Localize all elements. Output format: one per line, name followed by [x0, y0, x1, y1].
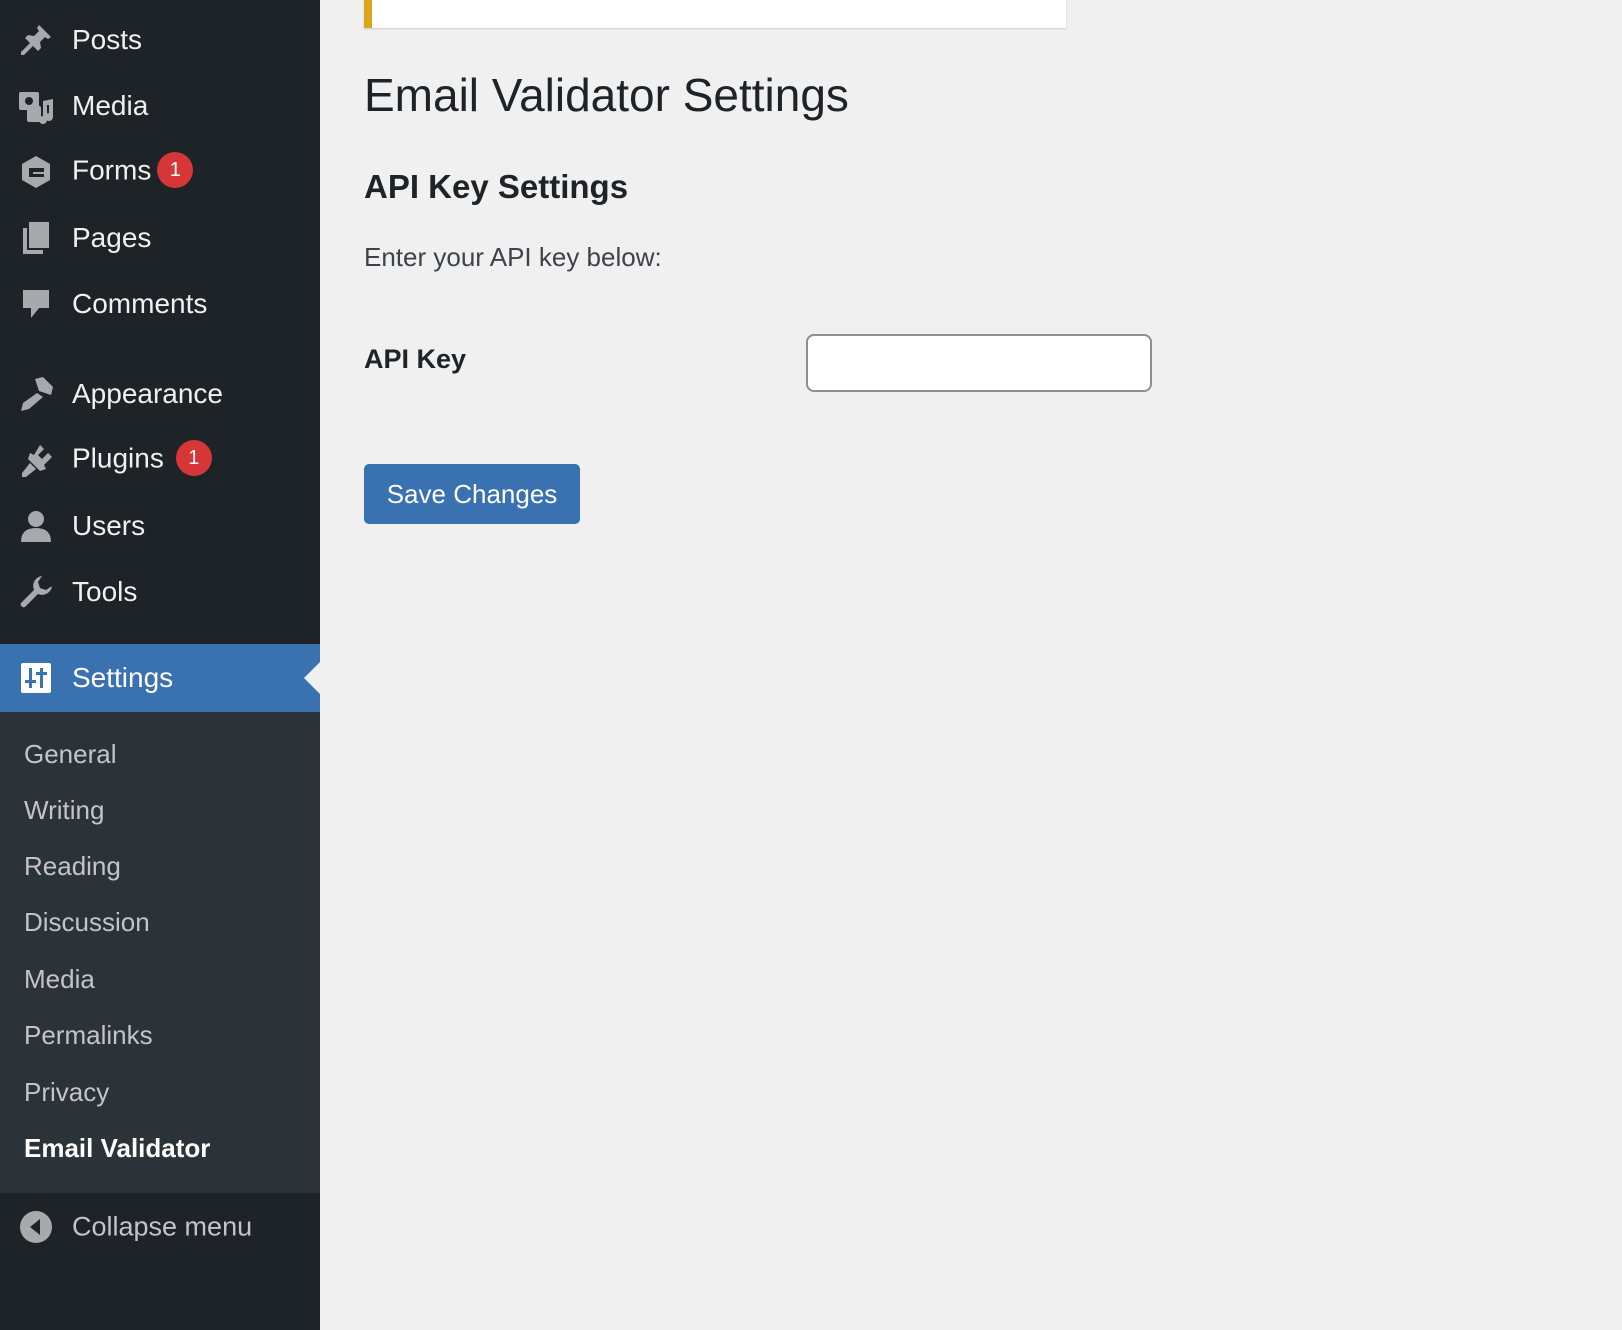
submenu-item-discussion[interactable]: Discussion: [24, 906, 150, 938]
admin-sidebar: Posts Media Forms 1 Pages Comments Appea…: [0, 0, 320, 1330]
menu-label-media: Media: [72, 90, 149, 121]
wp-admin-screen: Posts Media Forms 1 Pages Comments Appea…: [0, 0, 1622, 1330]
forms-count-badge: 1: [157, 152, 194, 188]
menu-item-appearance[interactable]: Appearance: [0, 360, 320, 428]
submenu-item-email-validator[interactable]: Email Validator: [24, 1132, 210, 1164]
api-key-input[interactable]: [806, 334, 1152, 392]
menu-label-pages: Pages: [72, 222, 152, 253]
save-changes-button[interactable]: Save Changes: [364, 464, 580, 524]
menu-item-media[interactable]: Media: [0, 72, 320, 140]
media-icon: [16, 86, 56, 126]
menu-item-plugins[interactable]: Plugins 1: [0, 426, 320, 494]
user-icon: [16, 506, 56, 546]
menu-item-users[interactable]: Users: [0, 492, 320, 560]
section-title: API Key Settings: [364, 168, 629, 205]
plug-icon: [16, 440, 56, 480]
wrench-icon: [16, 572, 56, 612]
menu-label-tools: Tools: [72, 576, 138, 607]
menu-item-posts[interactable]: Posts: [0, 6, 320, 74]
page-title: Email Validator Settings: [364, 69, 849, 121]
menu-label-settings: Settings: [72, 662, 174, 693]
menu-item-settings[interactable]: Settings: [0, 644, 320, 712]
menu-item-comments[interactable]: Comments: [0, 270, 320, 338]
submenu-item-privacy[interactable]: Privacy: [24, 1076, 109, 1108]
collapse-arrow-icon: [19, 1210, 53, 1244]
submenu-item-permalinks[interactable]: Permalinks: [24, 1019, 153, 1051]
submenu-item-general[interactable]: General: [24, 738, 117, 770]
admin-notice: [364, 0, 1066, 28]
collapse-menu-label: Collapse menu: [72, 1211, 253, 1242]
submenu-item-media[interactable]: Media: [24, 963, 95, 995]
main-content: Email Validator Settings API Key Setting…: [320, 0, 1622, 1330]
pin-icon: [16, 20, 56, 60]
plugins-count-badge: 1: [175, 440, 212, 476]
menu-item-forms[interactable]: Forms 1: [0, 138, 320, 206]
comment-icon: [16, 284, 56, 324]
menu-item-tools[interactable]: Tools: [0, 558, 320, 626]
submenu-item-writing[interactable]: Writing: [24, 794, 104, 826]
menu-label-forms: Forms 1: [72, 152, 194, 190]
menu-label-comments: Comments: [72, 288, 208, 319]
submenu-item-reading[interactable]: Reading: [24, 850, 121, 882]
sliders-icon: [16, 658, 56, 698]
pages-icon: [16, 218, 56, 258]
section-description: Enter your API key below:: [364, 242, 662, 272]
forms-icon: [16, 152, 56, 192]
api-key-label: API Key: [364, 344, 467, 374]
menu-label-users: Users: [72, 510, 146, 541]
collapse-menu-button[interactable]: Collapse menu: [0, 1193, 320, 1261]
brush-icon: [16, 374, 56, 414]
menu-label-posts: Posts: [72, 24, 143, 55]
menu-label-appearance: Appearance: [72, 378, 224, 409]
settings-submenu: General Writing Reading Discussion Media…: [0, 712, 320, 1193]
menu-item-pages[interactable]: Pages: [0, 204, 320, 272]
menu-label-plugins: Plugins 1: [72, 440, 212, 478]
active-menu-arrow: [304, 662, 320, 694]
